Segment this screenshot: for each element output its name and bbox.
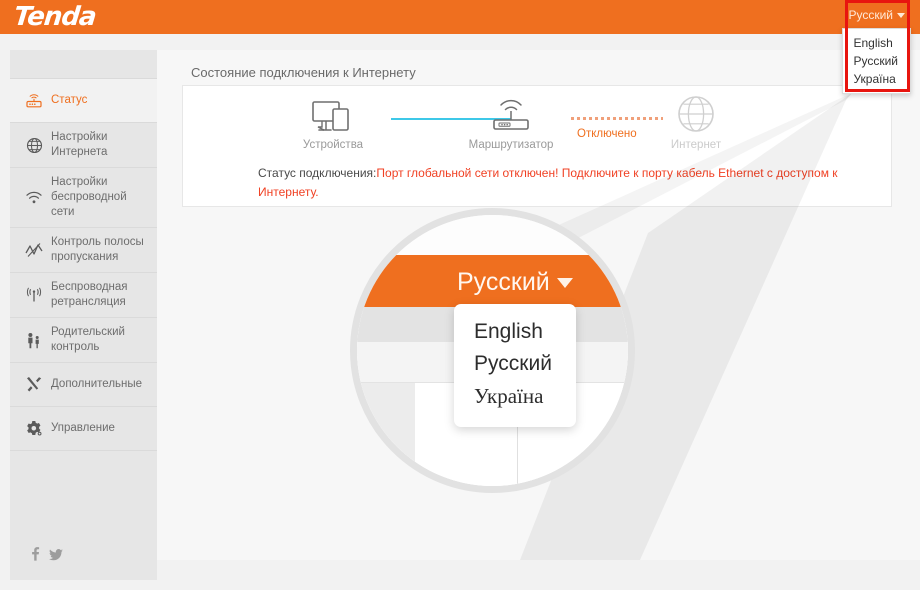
sidebar-item-label: Настройки беспроводной сети <box>51 176 127 218</box>
language-current-label: Русский <box>848 8 893 22</box>
magnified-option-russian[interactable]: Русский <box>454 348 576 380</box>
internet-globe-icon <box>641 92 751 134</box>
twitter-icon[interactable] <box>49 548 63 566</box>
language-option-ukrainian[interactable]: Україна <box>843 70 910 88</box>
magnified-view: Русский English Русский Україна <box>357 215 628 486</box>
bandwidth-chart-icon <box>24 241 44 259</box>
topology-label-router: Маршрутизатор <box>468 139 554 151</box>
router-status-icon <box>24 92 44 110</box>
magnified-language-menu[interactable]: English Русский Україна <box>454 304 576 427</box>
page-title: Состояние подключения к Интернету <box>191 65 416 80</box>
sidebar-item-advanced[interactable]: Дополнительные <box>10 362 157 406</box>
sidebar-nav: Статус Настройки Интернета Настройки бес… <box>10 50 157 580</box>
connection-status-prefix: Статус подключения: <box>258 166 377 180</box>
parental-icon <box>24 331 44 349</box>
sidebar-item-label: Контроль полосы пропускания <box>51 236 144 263</box>
chevron-down-icon <box>897 13 905 19</box>
sidebar-item-label: Управление <box>51 422 115 434</box>
sidebar-item-label: Дополнительные <box>51 378 143 390</box>
language-current-button[interactable]: Русский <box>845 6 908 24</box>
topology-node-devices: Устройства <box>278 92 388 151</box>
sidebar-item-wireless-relay[interactable]: Беспроводная ретрансляция <box>10 272 157 317</box>
language-dropdown-menu[interactable]: English Русский Україна <box>842 28 911 94</box>
magnified-option-english[interactable]: English <box>454 316 576 348</box>
sidebar-item-wireless-settings[interactable]: Настройки беспроводной сети <box>10 167 157 227</box>
sidebar-item-internet-settings[interactable]: Настройки Интернета <box>10 122 157 167</box>
wan-state-text: Отключено <box>577 128 637 140</box>
router-admin-page: Tenda Русский English Русский Україна Ст… <box>0 0 920 590</box>
language-switcher[interactable]: Русский English Русский Україна <box>842 6 911 94</box>
sidebar-top-spacer <box>10 50 157 78</box>
sidebar-divider <box>10 450 157 451</box>
connection-status-text: Статус подключения:Порт глобальной сети … <box>258 164 858 202</box>
magnified-option-ukrainian[interactable]: Україна <box>454 380 576 413</box>
social-links <box>30 547 63 566</box>
sidebar-item-status[interactable]: Статус <box>10 78 157 122</box>
sidebar-item-label: Статус <box>51 94 88 106</box>
sidebar-item-label: Беспроводная ретрансляция <box>51 281 128 308</box>
language-option-english[interactable]: English <box>843 34 910 52</box>
globe-icon <box>24 136 44 154</box>
antenna-icon <box>24 286 44 304</box>
topology-diagram: Устройства Маршрутизатор Отключено Интер… <box>183 86 891 158</box>
sidebar-item-parental-control[interactable]: Родительский контроль <box>10 317 157 362</box>
sidebar-item-label: Родительский контроль <box>51 326 125 353</box>
magnifier-lens: Русский English Русский Україна <box>350 208 635 493</box>
sidebar-item-management[interactable]: Управление <box>10 406 157 450</box>
magnified-language-label: Русский <box>457 268 550 296</box>
devices-icon <box>278 92 388 134</box>
wifi-icon <box>24 189 44 207</box>
connection-status-panel: Устройства Маршрутизатор Отключено Интер… <box>182 85 892 207</box>
sidebar-item-bandwidth-control[interactable]: Контроль полосы пропускания <box>10 227 157 272</box>
sidebar-item-label: Настройки Интернета <box>51 131 108 158</box>
facebook-icon[interactable] <box>30 547 40 566</box>
magnified-side-block <box>357 382 415 486</box>
top-header-bar: Tenda <box>0 0 920 34</box>
tools-icon <box>24 376 44 394</box>
topology-node-router: Маршрутизатор <box>456 92 566 151</box>
gear-icon <box>24 420 44 438</box>
topology-label-internet: Интернет <box>670 139 722 151</box>
magnified-language-current[interactable]: Русский <box>457 268 573 297</box>
topology-label-devices: Устройства <box>302 139 364 151</box>
tenda-logo: Tenda <box>12 2 98 32</box>
topology-node-internet: Интернет <box>641 92 751 151</box>
chevron-down-icon <box>556 278 573 289</box>
language-option-russian[interactable]: Русский <box>843 52 910 70</box>
router-icon <box>456 92 566 134</box>
